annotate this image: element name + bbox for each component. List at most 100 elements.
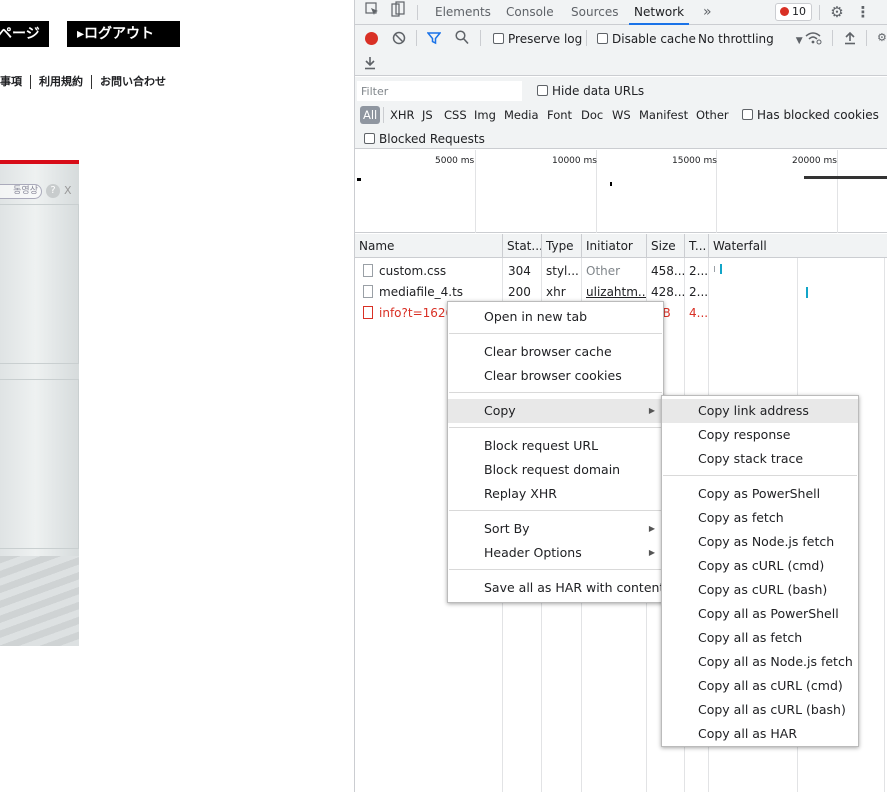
checkbox[interactable] [364, 133, 375, 144]
network-conditions-wifi-icon[interactable] [805, 31, 822, 48]
logout-button[interactable]: ▸ログアウト [67, 21, 180, 47]
search-icon[interactable] [455, 30, 469, 48]
menu-item-copy-as-powershell[interactable]: Copy as PowerShell [662, 482, 858, 506]
footer-link-notice[interactable]: 事項 [0, 75, 22, 88]
copy-submenu: Copy link address Copy response Copy sta… [661, 395, 859, 747]
throttling-value: No throttling [698, 32, 774, 46]
menu-item-copy-all-as-curl-bash[interactable]: Copy all as cURL (bash) [662, 698, 858, 722]
menu-item-save-har[interactable]: Save all as HAR with content [448, 576, 664, 600]
tick-label: 5000 ms [435, 156, 475, 166]
menu-item-copy-all-as-fetch[interactable]: Copy all as fetch [662, 626, 858, 650]
record-icon[interactable] [365, 32, 378, 45]
type-filter-media[interactable]: Media [504, 106, 539, 124]
help-icon[interactable]: ? [46, 184, 60, 198]
error-count-badge[interactable]: 10 [775, 3, 812, 21]
cell-initiator[interactable]: ulizahtm... [582, 282, 646, 303]
menu-item-header-options[interactable]: Header Options ▶ [448, 541, 663, 565]
inspect-element-icon[interactable] [363, 1, 381, 23]
devtools-tab-bar: Elements Console Sources Network » 10 ⚙ … [355, 0, 887, 25]
type-filter-other[interactable]: Other [696, 106, 729, 124]
checkbox[interactable] [742, 109, 753, 120]
type-filter-all[interactable]: All [360, 106, 381, 124]
column-initiator[interactable]: Initiator [581, 234, 646, 258]
type-filter-manifest[interactable]: Manifest [639, 106, 688, 124]
overflow-icon[interactable]: ⚙ [877, 31, 887, 44]
disable-cache-label: Disable cache [612, 32, 696, 46]
menu-item-replay-xhr[interactable]: Replay XHR [448, 482, 663, 506]
menu-item-block-request-url[interactable]: Block request URL [448, 434, 663, 458]
menu-item-block-request-domain[interactable]: Block request domain [448, 458, 663, 482]
divider [416, 30, 417, 46]
column-size[interactable]: Size [646, 234, 684, 258]
menu-item-copy-as-fetch[interactable]: Copy as fetch [662, 506, 858, 530]
menu-item-copy-as-nodejs-fetch[interactable]: Copy as Node.js fetch [662, 530, 858, 554]
column-type[interactable]: Type [541, 234, 581, 258]
column-waterfall[interactable]: Waterfall [708, 234, 887, 258]
menu-item-copy-as-curl-cmd[interactable]: Copy as cURL (cmd) [662, 554, 858, 578]
checkbox[interactable] [493, 33, 504, 44]
cell-size: 458... [651, 264, 684, 278]
tick-label: 15000 ms [672, 156, 717, 166]
type-filter-img[interactable]: Img [474, 106, 496, 124]
type-filter-doc[interactable]: Doc [581, 106, 603, 124]
type-filter-css[interactable]: CSS [444, 106, 467, 124]
preserve-log-checkbox[interactable]: Preserve log [493, 31, 582, 47]
menu-item-copy-response[interactable]: Copy response [662, 423, 858, 447]
filter-funnel-icon[interactable] [426, 31, 442, 48]
menu-item-copy-all-as-nodejs-fetch[interactable]: Copy all as Node.js fetch [662, 650, 858, 674]
menu-item-copy-all-as-powershell[interactable]: Copy all as PowerShell [662, 602, 858, 626]
more-tabs-button[interactable]: » [703, 0, 712, 25]
column-time[interactable]: T... [684, 234, 708, 258]
more-options-icon[interactable]: ⋮ [855, 1, 871, 23]
menu-item-copy[interactable]: Copy ▶ [448, 399, 663, 423]
checkbox[interactable] [537, 85, 548, 96]
wall-panel [0, 204, 79, 364]
table-row[interactable]: mediafile_4.ts 200 xhr ulizahtm... 428..… [355, 282, 887, 303]
menu-item-copy-stack-trace[interactable]: Copy stack trace [662, 447, 858, 471]
menu-item-sort-by[interactable]: Sort By ▶ [448, 517, 663, 541]
video-label-button[interactable]: 동영상 [0, 184, 42, 199]
menu-item-copy-as-curl-bash[interactable]: Copy as cURL (bash) [662, 578, 858, 602]
menu-item-clear-cache[interactable]: Clear browser cache [448, 340, 663, 364]
dropdown-arrow-icon: ▼ [795, 36, 803, 46]
divider [91, 75, 92, 89]
menu-item-copy-all-as-har[interactable]: Copy all as HAR [662, 722, 858, 746]
hide-data-urls-checkbox[interactable]: Hide data URLs [537, 83, 644, 99]
close-icon[interactable]: X [64, 184, 72, 198]
tab-console[interactable]: Console [506, 0, 554, 25]
menu-item-clear-cookies[interactable]: Clear browser cookies [448, 364, 663, 388]
tick-label: 10000 ms [552, 156, 597, 166]
network-overview-timeline[interactable]: 5000 ms 10000 ms 15000 ms 20000 ms [355, 150, 887, 233]
device-toolbar-icon[interactable] [389, 1, 407, 24]
tab-network[interactable]: Network [629, 0, 690, 25]
settings-gear-icon[interactable]: ⚙ [827, 1, 847, 23]
filter-input[interactable] [357, 81, 522, 101]
type-filter-font[interactable]: Font [547, 106, 572, 124]
timeline-request-mark [610, 182, 612, 186]
tab-sources[interactable]: Sources [571, 0, 618, 25]
blocked-requests-checkbox[interactable]: Blocked Requests [364, 131, 485, 147]
table-row[interactable]: custom.css 304 styl... Other 458... 2... [355, 261, 887, 282]
import-har-icon[interactable] [844, 30, 856, 48]
footer-link-terms[interactable]: 利用規約 [39, 75, 83, 88]
column-name[interactable]: Name [355, 234, 502, 258]
divider [832, 30, 833, 46]
video-player[interactable]: 동영상 ? X [0, 160, 79, 646]
type-filter-ws[interactable]: WS [612, 106, 631, 124]
menu-item-copy-all-as-curl-cmd[interactable]: Copy all as cURL (cmd) [662, 674, 858, 698]
menu-item-copy-link-address[interactable]: Copy link address [662, 399, 858, 423]
mypage-button[interactable]: ページ [0, 21, 49, 47]
column-status[interactable]: Stat... [502, 234, 541, 258]
tab-elements[interactable]: Elements [435, 0, 491, 25]
has-blocked-cookies-checkbox[interactable]: Has blocked cookies [742, 107, 879, 123]
clear-icon[interactable] [392, 31, 406, 48]
type-filter-xhr[interactable]: XHR [390, 106, 415, 124]
type-filter-js[interactable]: JS [422, 106, 433, 124]
throttling-select[interactable]: No throttling ▼ [698, 31, 803, 49]
checkbox[interactable] [597, 33, 608, 44]
menu-item-open-new-tab[interactable]: Open in new tab [448, 305, 663, 329]
timeline-request-mark [357, 178, 361, 181]
footer-link-contact[interactable]: お問い合わせ [100, 75, 166, 88]
disable-cache-checkbox[interactable]: Disable cache [597, 31, 696, 47]
export-har-icon[interactable] [364, 55, 376, 73]
